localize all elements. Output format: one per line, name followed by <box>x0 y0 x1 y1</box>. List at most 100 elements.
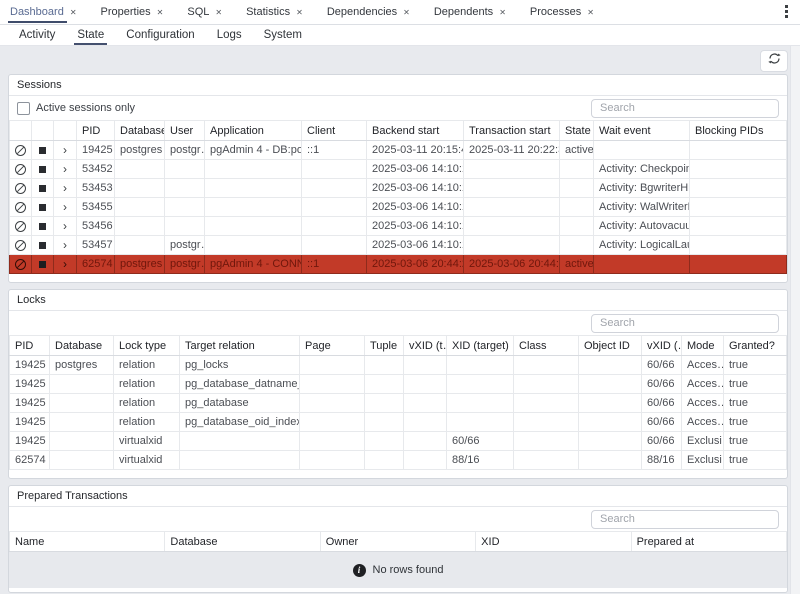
cell: postgres <box>50 356 114 375</box>
cell <box>560 236 594 255</box>
cell <box>579 394 642 413</box>
cell: pg_locks <box>180 356 300 375</box>
active-sessions-checkbox[interactable] <box>17 102 30 115</box>
locks-panel-title: Locks <box>9 290 787 311</box>
tab-properties[interactable]: Properties✕ <box>99 0 176 24</box>
cell: 19425 <box>10 375 50 394</box>
cancel-query-icon[interactable] <box>15 221 26 232</box>
column-header: PID <box>10 336 50 356</box>
cell <box>115 236 165 255</box>
expand-row-icon[interactable]: › <box>63 143 67 157</box>
cell <box>365 413 404 432</box>
terminate-session-icon[interactable] <box>39 261 46 268</box>
close-icon[interactable]: ✕ <box>157 8 164 17</box>
expand-row-icon[interactable]: › <box>63 181 67 195</box>
terminate-session-icon[interactable] <box>39 204 46 211</box>
vertical-scrollbar[interactable] <box>790 46 800 594</box>
terminate-session-icon[interactable] <box>39 147 46 154</box>
cell: Acces… <box>682 356 724 375</box>
cell: Exclusi… <box>682 432 724 451</box>
subtab-configuration[interactable]: Configuration <box>115 25 205 45</box>
subtab-system[interactable]: System <box>253 25 313 45</box>
column-header: User <box>165 121 205 141</box>
cell <box>579 356 642 375</box>
cell <box>404 413 447 432</box>
expand-row-icon[interactable]: › <box>63 257 67 271</box>
terminate-session-icon[interactable] <box>39 223 46 230</box>
sessions-search-input[interactable] <box>591 99 779 118</box>
cancel-query-icon[interactable] <box>15 202 26 213</box>
close-icon[interactable]: ✕ <box>403 8 410 17</box>
cell: 88/16 <box>642 451 682 470</box>
session-row[interactable]: ›534532025-03-06 14:10:11 …Activity: Bgw… <box>10 179 787 198</box>
terminate-session-icon[interactable] <box>39 242 46 249</box>
sessions-panel-title: Sessions <box>9 75 787 96</box>
session-row[interactable]: ›53457postgr…2025-03-06 14:10:11 …Activi… <box>10 236 787 255</box>
cell <box>205 179 302 198</box>
tab-processes[interactable]: Processes ✕ <box>528 0 606 24</box>
refresh-button[interactable] <box>760 50 788 72</box>
subtab-activity[interactable]: Activity <box>8 25 66 45</box>
session-row[interactable]: ›534562025-03-06 14:10:11 …Activity: Aut… <box>10 217 787 236</box>
tab-statistics[interactable]: Statistics✕ <box>244 0 315 24</box>
expand-row-icon[interactable]: › <box>63 219 67 233</box>
lock-row[interactable]: 62574virtualxid88/1688/16Exclusi…true <box>10 451 787 470</box>
tab-dashboard[interactable]: Dashboard✕ <box>8 0 89 24</box>
lock-row[interactable]: 19425postgresrelationpg_locks60/66Acces…… <box>10 356 787 375</box>
locks-search-input[interactable] <box>591 314 779 333</box>
cancel-query-icon[interactable] <box>15 164 26 175</box>
close-icon[interactable]: ✕ <box>215 8 222 17</box>
lock-row[interactable]: 19425relationpg_database60/66Acces…true <box>10 394 787 413</box>
subtab-logs[interactable]: Logs <box>206 25 253 45</box>
expand-row-icon[interactable]: › <box>63 162 67 176</box>
cancel-query-icon[interactable] <box>15 259 26 270</box>
no-rows-found-row: i No rows found <box>9 552 787 588</box>
lock-row[interactable]: 19425virtualxid60/6660/66Exclusi…true <box>10 432 787 451</box>
cell: Acces… <box>682 375 724 394</box>
cell: 60/66 <box>642 394 682 413</box>
tab-sql[interactable]: SQL✕ <box>185 0 234 24</box>
prepared-search-input[interactable] <box>591 510 779 529</box>
close-icon[interactable]: ✕ <box>296 8 303 17</box>
tab-dependencies[interactable]: Dependencies✕ <box>325 0 422 24</box>
cell: active <box>560 141 594 160</box>
terminate-session-icon[interactable] <box>39 185 46 192</box>
expand-row-icon[interactable]: › <box>63 238 67 252</box>
cell: ::1 <box>302 141 367 160</box>
lock-row[interactable]: 19425relationpg_database_datname_ind…60/… <box>10 375 787 394</box>
expand-row-icon[interactable]: › <box>63 200 67 214</box>
cell: 53453 <box>77 179 115 198</box>
column-header: Client <box>302 121 367 141</box>
close-icon[interactable]: ✕ <box>587 8 594 17</box>
subtab-state[interactable]: State <box>66 25 115 45</box>
tab-label: Dependents <box>434 6 493 18</box>
session-row[interactable]: ›534522025-03-06 14:10:11 …Activity: Che… <box>10 160 787 179</box>
cell <box>302 179 367 198</box>
cell: 60/66 <box>642 413 682 432</box>
close-icon[interactable]: ✕ <box>70 8 77 17</box>
cancel-query-icon[interactable] <box>15 145 26 156</box>
panel-padding <box>9 588 787 592</box>
cell: 2025-03-06 14:10:11 … <box>367 236 464 255</box>
session-row[interactable]: ›19425postgrespostgr…pgAdmin 4 - DB:post… <box>10 141 787 160</box>
kebab-menu-icon[interactable] <box>779 5 793 21</box>
panel-padding <box>9 470 787 478</box>
cell: postgr… <box>165 141 205 160</box>
tab-dependents[interactable]: Dependents ✕ <box>432 0 518 24</box>
close-icon[interactable]: ✕ <box>499 8 506 17</box>
terminate-session-icon[interactable] <box>39 166 46 173</box>
cell <box>514 375 579 394</box>
session-row[interactable]: ›534552025-03-06 14:10:11 …Activity: Wal… <box>10 198 787 217</box>
tab-label: Processes <box>530 6 581 18</box>
session-row[interactable]: ›62574postgrespostgr…pgAdmin 4 - CONN:6…… <box>10 255 787 274</box>
lock-row[interactable]: 19425relationpg_database_oid_index60/66A… <box>10 413 787 432</box>
prepared-header-row: NameDatabaseOwnerXIDPrepared at <box>10 532 787 552</box>
sessions-table: PIDDatabaseUserApplicationClientBackend … <box>9 120 787 274</box>
column-header: Page <box>300 336 365 356</box>
cell <box>205 217 302 236</box>
cancel-query-icon[interactable] <box>15 183 26 194</box>
cell <box>302 236 367 255</box>
cancel-query-icon[interactable] <box>15 240 26 251</box>
cell <box>690 198 787 217</box>
cell <box>302 198 367 217</box>
